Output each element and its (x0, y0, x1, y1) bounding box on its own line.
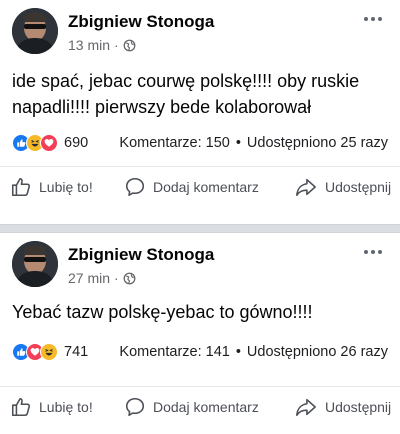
post-stats: 741 Komentarze: 141 • Udostępniono 26 ra… (12, 340, 388, 364)
stats-separator: • (235, 344, 241, 360)
author-name[interactable]: Zbigniew Stonoga (68, 12, 214, 32)
post-header: Zbigniew Stonoga 13 min · (12, 8, 390, 58)
post-meta: 13 min · (68, 37, 136, 53)
post-header: Zbigniew Stonoga 27 min · (12, 241, 390, 291)
post: Zbigniew Stonoga 13 min · ide spać, jeba… (0, 0, 400, 224)
share-button-label: Udostępnij (325, 178, 392, 195)
engagement-counts: Komentarze: 141 • Udostępniono 26 razy (119, 344, 388, 360)
action-bar: Lubię to! Dodaj komentarz Udostępnij (0, 166, 400, 206)
comment-bubble-icon (124, 396, 146, 418)
post-time[interactable]: 27 min (68, 270, 110, 286)
share-button[interactable]: Udostępnij (294, 396, 391, 418)
more-options-icon[interactable] (360, 10, 386, 28)
news-feed: Zbigniew Stonoga 13 min · ide spać, jeba… (0, 0, 400, 434)
share-button[interactable]: Udostępnij (294, 176, 391, 198)
like-button[interactable]: Lubię to! (10, 176, 93, 198)
share-arrow-icon (294, 396, 318, 418)
comment-button[interactable]: Dodaj komentarz (124, 396, 259, 418)
like-button-label: Lubię to! (39, 178, 93, 195)
avatar[interactable] (12, 8, 58, 54)
reaction-count: 690 (64, 135, 89, 151)
post-stats: 690 Komentarze: 150 • Udostępniono 25 ra… (12, 131, 388, 155)
share-count[interactable]: Udostępniono 25 razy (247, 135, 388, 151)
comment-button-label: Dodaj komentarz (153, 398, 259, 415)
comment-button-label: Dodaj komentarz (153, 178, 259, 195)
like-button[interactable]: Lubię to! (10, 396, 93, 418)
comment-bubble-icon (124, 176, 146, 198)
post-time[interactable]: 13 min (68, 37, 110, 53)
reaction-count: 741 (64, 344, 89, 360)
comment-button[interactable]: Dodaj komentarz (124, 176, 259, 198)
comment-count[interactable]: Komentarze: 141 (119, 344, 229, 360)
comment-count[interactable]: Komentarze: 150 (119, 135, 229, 151)
like-button-label: Lubię to! (39, 398, 93, 415)
globe-icon (123, 272, 136, 285)
thumbs-up-icon (10, 176, 32, 198)
author-name[interactable]: Zbigniew Stonoga (68, 245, 214, 265)
meta-separator: · (114, 270, 119, 286)
post-text: Yebać tazw polskę-yebac to gówno!!!! (12, 302, 313, 322)
globe-icon (123, 39, 136, 52)
post-text: ide spać, jebac courwę polskę!!!! oby ru… (12, 71, 360, 117)
share-count[interactable]: Udostępniono 26 razy (247, 344, 388, 360)
love-reaction-icon (40, 134, 58, 152)
action-bar: Lubię to! Dodaj komentarz Udostępnij (0, 386, 400, 426)
post: Zbigniew Stonoga 27 min · Yebać tazw pol… (0, 233, 400, 434)
thumbs-up-icon (10, 396, 32, 418)
share-arrow-icon (294, 176, 318, 198)
stats-separator: • (235, 135, 241, 151)
post-separator (0, 224, 400, 233)
reactions-summary[interactable]: 741 (12, 343, 88, 361)
reactions-summary[interactable]: 690 (12, 134, 88, 152)
post-meta: 27 min · (68, 270, 136, 286)
engagement-counts: Komentarze: 150 • Udostępniono 25 razy (119, 135, 388, 151)
share-button-label: Udostępnij (325, 398, 392, 415)
more-options-icon[interactable] (360, 243, 386, 261)
haha-reaction-icon (40, 343, 58, 361)
avatar[interactable] (12, 241, 58, 287)
meta-separator: · (114, 37, 119, 53)
